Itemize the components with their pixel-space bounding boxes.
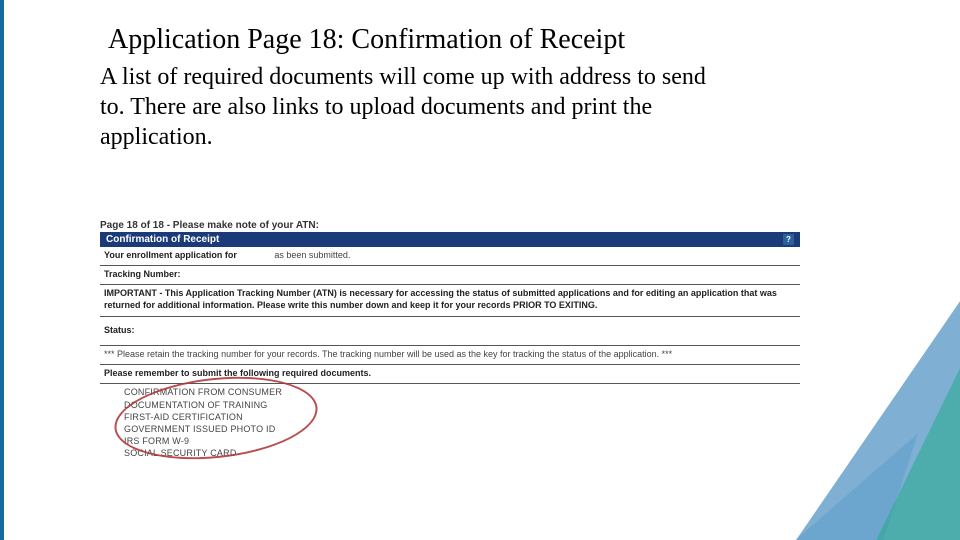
doc-item: SOCIAL SECURITY CARD bbox=[124, 447, 800, 459]
slide-title: Application Page 18: Confirmation of Rec… bbox=[108, 24, 625, 56]
doc-item: CONFIRMATION FROM CONSUMER bbox=[124, 386, 800, 398]
doc-item: DOCUMENTATION OF TRAINING bbox=[124, 399, 800, 411]
slide-description: A list of required documents will come u… bbox=[100, 62, 720, 152]
embedded-screenshot: Page 18 of 18 - Please make note of your… bbox=[100, 218, 800, 461]
status-label: Status: bbox=[100, 317, 800, 343]
help-icon[interactable]: ? bbox=[783, 234, 794, 245]
page-indicator: Page 18 of 18 - Please make note of your… bbox=[100, 218, 800, 232]
important-note: IMPORTANT - This Application Tracking Nu… bbox=[100, 285, 800, 314]
doc-item: IRS FORM W-9 bbox=[124, 435, 800, 447]
enrollment-line: Your enrollment application for as been … bbox=[100, 247, 800, 263]
decorative-triangle bbox=[841, 305, 960, 540]
doc-item: GOVERNMENT ISSUED PHOTO ID bbox=[124, 423, 800, 435]
slide: Application Page 18: Confirmation of Rec… bbox=[0, 0, 960, 540]
enrollment-prefix: Your enrollment application for bbox=[104, 250, 237, 260]
required-documents-list: CONFIRMATION FROM CONSUMER DOCUMENTATION… bbox=[100, 384, 800, 461]
required-docs-header: Please remember to submit the following … bbox=[100, 365, 800, 381]
tracking-number-label: Tracking Number: bbox=[100, 266, 800, 282]
left-accent-bar bbox=[0, 0, 4, 540]
doc-item: FIRST-AID CERTIFICATION bbox=[124, 411, 800, 423]
retain-note: *** Please retain the tracking number fo… bbox=[100, 346, 800, 362]
enrollment-suffix: as been submitted. bbox=[274, 250, 350, 260]
confirmation-banner: Confirmation of Receipt ? bbox=[100, 232, 800, 247]
banner-title: Confirmation of Receipt bbox=[106, 234, 219, 245]
